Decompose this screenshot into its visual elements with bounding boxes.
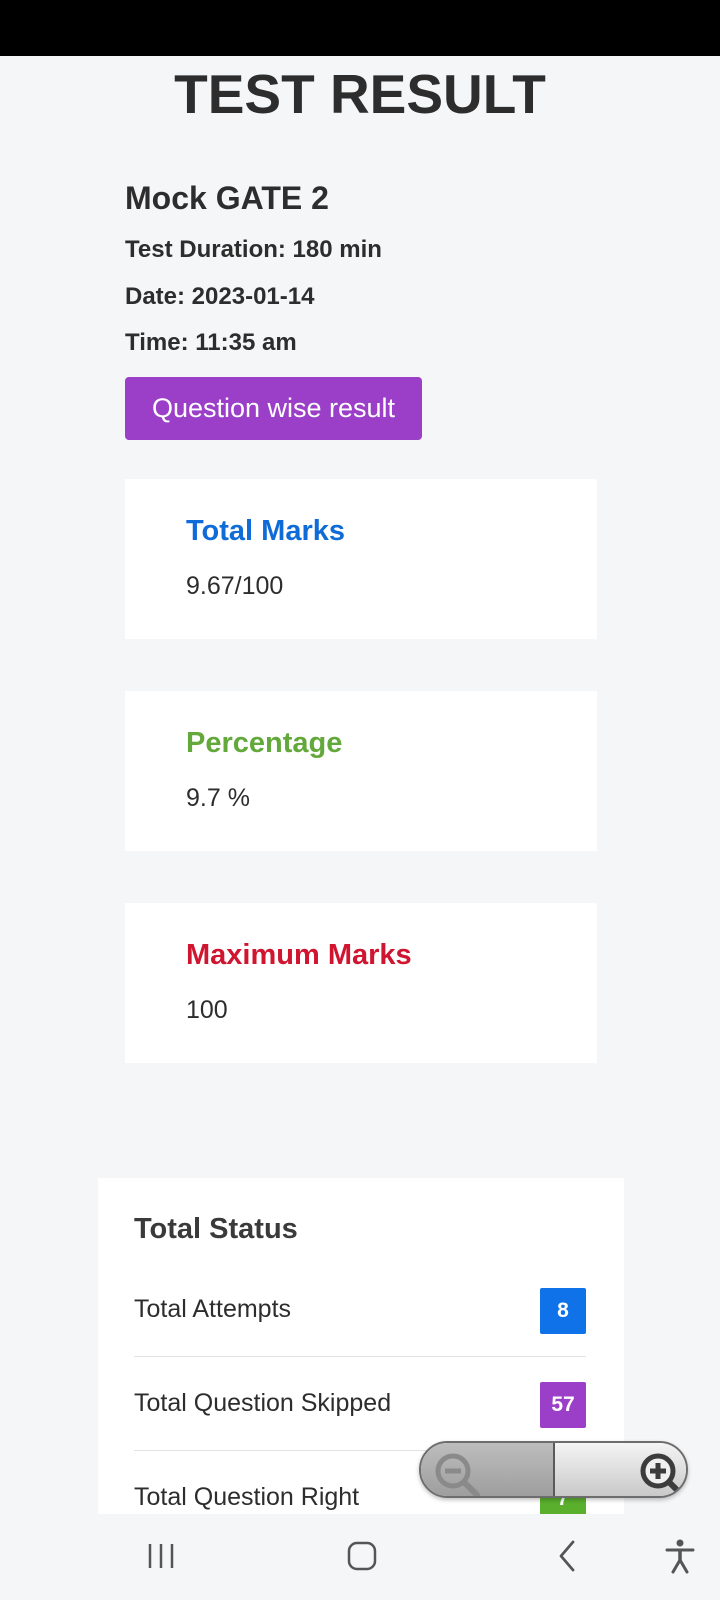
page-title: TEST RESULT	[174, 63, 546, 125]
status-label: Total Question Skipped	[134, 1389, 392, 1417]
zoom-out-icon	[435, 1453, 480, 1496]
recents-button[interactable]	[145, 1536, 179, 1581]
skipped-count-badge: 57	[540, 1382, 586, 1428]
back-icon	[559, 1540, 575, 1572]
test-date: Date: 2023-01-14	[125, 283, 315, 310]
percentage-heading: Percentage	[186, 727, 343, 759]
total-status-title: Total Status	[134, 1213, 298, 1245]
recents-icon	[148, 1544, 174, 1568]
attempts-count-badge: 8	[540, 1288, 586, 1334]
zoom-control	[419, 1441, 688, 1498]
system-navigation-bar	[0, 1516, 720, 1600]
maximum-marks-card: Maximum Marks 100	[125, 903, 597, 1063]
home-icon	[347, 1541, 377, 1571]
back-button[interactable]	[553, 1536, 583, 1581]
zoom-out-button[interactable]	[421, 1443, 555, 1496]
test-name: Mock GATE 2	[125, 180, 329, 216]
total-marks-value: 9.67/100	[186, 572, 284, 600]
status-row-attempts: Total Attempts 8	[134, 1264, 586, 1357]
maximum-marks-value: 100	[186, 996, 228, 1024]
status-row-skipped: Total Question Skipped 57	[134, 1358, 586, 1451]
total-marks-heading: Total Marks	[186, 515, 346, 547]
percentage-card: Percentage 9.7 %	[125, 691, 597, 851]
status-label: Total Attempts	[134, 1295, 292, 1323]
test-duration: Test Duration: 180 min	[125, 236, 382, 263]
zoom-in-button[interactable]	[555, 1443, 686, 1496]
status-label: Total Question Right	[134, 1483, 360, 1511]
question-wise-result-button[interactable]: Question wise result	[125, 377, 422, 440]
zoom-in-icon	[640, 1453, 684, 1496]
maximum-marks-heading: Maximum Marks	[186, 939, 412, 971]
percentage-value: 9.7 %	[186, 784, 250, 812]
status-bar	[0, 0, 720, 56]
test-time: Time: 11:35 am	[125, 329, 297, 356]
accessibility-button[interactable]	[663, 1536, 697, 1581]
total-marks-card: Total Marks 9.67/100	[125, 479, 597, 639]
accessibility-icon	[665, 1539, 695, 1574]
home-button[interactable]	[345, 1536, 381, 1581]
